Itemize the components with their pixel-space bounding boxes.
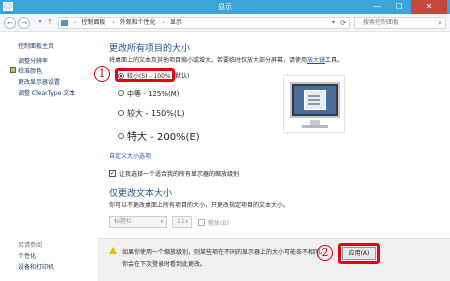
text-size-heading: 仅更改文本大小	[109, 189, 173, 199]
sidebar-item-resolution[interactable]: 调整分辨率	[18, 56, 48, 65]
sidebar-item-display-settings[interactable]: 更改显示器设置	[18, 77, 60, 86]
search-placeholder: 搜索控制面板	[363, 19, 400, 26]
size-option-extra-large[interactable]: 特大 - 200%(E)	[118, 128, 200, 143]
scaling-checkbox-row[interactable]: ✓ 让我选择一个适合我的所有显示器的缩放级别	[109, 169, 239, 178]
forward-arrow-icon[interactable]: →	[18, 17, 30, 29]
breadcrumb-display[interactable]: 显示	[170, 19, 182, 26]
sidebar-item-calibrate[interactable]: 校准颜色	[18, 66, 42, 75]
search-icon[interactable]: ⌕	[438, 18, 442, 28]
chevron-down-icon: ▾	[160, 219, 163, 225]
breadcrumb-appearance[interactable]: 外观和个性化	[120, 19, 156, 26]
chevron-down-icon: ▾	[185, 219, 188, 225]
text-size-description: 你可以不更改桌面上所有项目的大小，只更改指定项目的文本大小。	[109, 202, 290, 209]
title-bar: 显示 — ☐ ✕	[0, 0, 450, 14]
breadcrumb-separator-icon[interactable]: ›	[112, 19, 114, 26]
callout-number-1: 1	[94, 66, 110, 82]
size-option-label: 中等 - 125%(M)	[127, 90, 180, 98]
custom-sizing-link[interactable]: 自定义大小选项	[109, 151, 151, 160]
size-option-larger[interactable]: 较大 - 150%(L)	[118, 108, 185, 119]
callout-number-2: 2	[317, 245, 333, 261]
page-description: 将桌面上的文本及其他项目缩小或增大。若要临时仅放大部分屏幕，请使用放大镜工具。	[109, 57, 344, 64]
notice-line-2: 你会在下次登录时看到此更改。	[122, 261, 207, 268]
font-size-select[interactable]: 11 ▾	[172, 216, 192, 228]
folder-icon	[61, 20, 68, 26]
item-select[interactable]: 标题栏 ▾	[109, 216, 167, 228]
search-input[interactable]: 搜索控制面板 ⌕	[354, 17, 446, 29]
address-field[interactable]: › 控制面板 › 外观和个性化 › 显示 ▾ ⟳	[58, 17, 350, 29]
see-also-personalization[interactable]: 个性化	[18, 251, 36, 260]
breadcrumb-separator-icon[interactable]: ›	[163, 19, 165, 26]
radio-button[interactable]	[118, 90, 124, 96]
size-option-label: 较大 - 150%(L)	[127, 109, 185, 118]
checkbox-icon[interactable]	[198, 219, 205, 226]
sidebar-item-cleartype[interactable]: 调整 ClearType 文本	[18, 88, 75, 97]
notice-line-1: 如果你使用一个缩放级别，则某些项在不同的显示器上的大小可能各不相同。	[122, 249, 327, 256]
address-dropdown-icon[interactable]: ▾	[332, 18, 335, 28]
back-arrow-icon[interactable]: ←	[4, 17, 16, 29]
breadcrumb-separator-icon[interactable]: ›	[74, 19, 76, 26]
magnifier-link[interactable]: 放大镜	[307, 57, 325, 64]
warning-icon	[109, 247, 117, 254]
radio-button[interactable]	[118, 133, 124, 139]
highlight-box-option	[115, 68, 175, 82]
breadcrumb-control-panel[interactable]: 控制面板	[81, 19, 105, 26]
close-button[interactable]: ✕	[411, 0, 447, 14]
size-option-medium[interactable]: 中等 - 125%(M)	[118, 89, 180, 99]
main-panel: 更改所有项目的大小 将桌面上的文本及其他项目缩小或增大。若要临时仅放大部分屏幕，…	[98, 33, 450, 281]
see-also-devices-printers[interactable]: 设备和打印机	[18, 262, 54, 271]
scaling-checkbox-label: 让我选择一个适合我的所有显示器的缩放级别	[119, 171, 240, 178]
checkbox-checked-icon[interactable]: ✓	[109, 170, 116, 177]
bold-checkbox-label: 粗体(B)	[208, 220, 229, 227]
size-option-label: 特大 - 200%(E)	[127, 132, 200, 143]
sidebar-item-home[interactable]: 控制面板主页	[18, 41, 54, 50]
refresh-icon[interactable]: ⟳	[340, 18, 346, 28]
page-title: 更改所有项目的大小	[109, 44, 191, 54]
bold-checkbox-row[interactable]: 粗体(B)	[198, 218, 229, 227]
maximize-button[interactable]: ☐	[388, 0, 410, 14]
monitor-icon	[290, 82, 340, 118]
address-bar-row: ← → ▾ ↑ › 控制面板 › 外观和个性化 › 显示 ▾ ⟳ 搜索控制面板 …	[0, 14, 450, 32]
see-also-heading: 另请参阅	[18, 242, 43, 249]
shield-icon	[10, 67, 16, 73]
notice-bar: 如果你使用一个缩放级别，则某些项在不同的显示器上的大小可能各不相同。 你会在下次…	[98, 238, 450, 281]
highlight-box-apply	[338, 243, 380, 264]
display-preview-image	[283, 75, 345, 133]
minimize-button[interactable]: —	[366, 0, 388, 14]
radio-button[interactable]	[118, 109, 124, 116]
up-arrow-icon[interactable]: ↑	[44, 17, 56, 29]
sidebar: 控制面板主页 调整分辨率 校准颜色 更改显示器设置 调整 ClearType 文…	[0, 33, 98, 281]
